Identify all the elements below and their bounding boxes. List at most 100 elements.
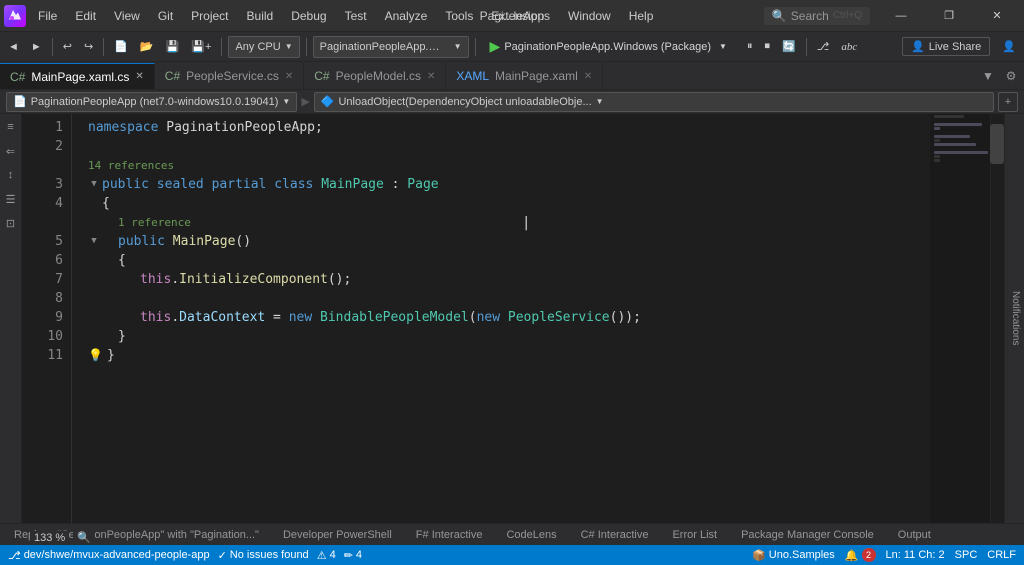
- tab-close-0[interactable]: ✕: [135, 71, 143, 82]
- bottom-tab-devpowershell[interactable]: Developer PowerShell: [275, 524, 400, 546]
- zoom-icon[interactable]: 🔍: [73, 530, 95, 545]
- notification-bell-status[interactable]: 🔔 2: [845, 548, 876, 562]
- solution-explorer-panel-item[interactable]: Solution Explorer: [1004, 274, 1007, 362]
- spaces-status[interactable]: SPC: [955, 549, 978, 561]
- syntax-visualizer-icon[interactable]: ≡: [2, 118, 20, 136]
- file-icon: 📄: [13, 95, 27, 108]
- code-line-hint-2: 1 reference: [88, 213, 930, 232]
- toolbox-icon[interactable]: ↕: [2, 166, 20, 184]
- minimize-button[interactable]: —: [878, 0, 924, 32]
- zoom-level[interactable]: 133 %: [30, 531, 69, 545]
- close-button[interactable]: ✕: [974, 0, 1020, 32]
- project-status[interactable]: 📦 Uno.Samples: [752, 549, 835, 562]
- navigate-back-icon[interactable]: ⇐: [2, 142, 20, 160]
- new-file-button[interactable]: 📄: [110, 36, 132, 58]
- menu-project[interactable]: Project: [183, 7, 236, 25]
- pencil-icon-status[interactable]: ✏ 4: [344, 549, 362, 562]
- minimap-line-1: [934, 115, 964, 118]
- tab-mainpage-xaml-cs[interactable]: C# MainPage.xaml.cs ✕: [0, 63, 155, 89]
- menu-debug[interactable]: Debug: [283, 7, 334, 25]
- git-branch-status[interactable]: ⎇ dev/shwe/mvux-advanced-people-app: [8, 549, 210, 562]
- maximize-button[interactable]: ❐: [926, 0, 972, 32]
- back-button[interactable]: ◄: [4, 36, 23, 58]
- server-explorer-icon[interactable]: ☰: [2, 190, 20, 208]
- line-num-7: 7: [22, 270, 63, 289]
- bottom-tab-codelens-label: CodeLens: [506, 529, 556, 541]
- menu-analyze[interactable]: Analyze: [377, 7, 436, 25]
- menu-file[interactable]: File: [30, 7, 65, 25]
- tab-peopleservice[interactable]: C# PeopleService.cs ✕: [155, 63, 304, 89]
- menu-help[interactable]: Help: [621, 7, 662, 25]
- title-bar: File Edit View Git Project Build Debug T…: [0, 0, 1024, 32]
- run-label: PaginationPeopleApp.Windows (Package): [504, 41, 711, 53]
- title-search-box[interactable]: 🔍 Search Ctrl+Q: [764, 7, 870, 25]
- tabs-overflow-button[interactable]: ▼: [978, 63, 998, 89]
- undo-button[interactable]: ↩: [59, 36, 76, 58]
- editor-settings-button[interactable]: ⚙: [998, 63, 1024, 89]
- tab-close-3[interactable]: ✕: [584, 71, 592, 82]
- project-path-dropdown[interactable]: 📄 PaginationPeopleApp (net7.0-windows10.…: [6, 92, 297, 112]
- search-shortcut: Ctrl+Q: [833, 10, 862, 21]
- menu-build[interactable]: Build: [239, 7, 282, 25]
- collapse-btn-5[interactable]: ▼: [88, 236, 100, 248]
- save-button[interactable]: 💾: [162, 36, 184, 58]
- code-line-5: ▼ public MainPage(): [88, 232, 930, 251]
- tab-close-2[interactable]: ✕: [427, 71, 435, 82]
- run-button[interactable]: ▶ PaginationPeopleApp.Windows (Package) …: [482, 36, 735, 57]
- collapse-btn-3[interactable]: ▼: [88, 179, 100, 191]
- line-num-10: 10: [22, 327, 63, 346]
- menu-window[interactable]: Window: [560, 7, 619, 25]
- project-path-label: PaginationPeopleApp (net7.0-windows10.0.…: [31, 96, 279, 108]
- lightbulb-icon[interactable]: 💡: [88, 346, 103, 365]
- open-file-button[interactable]: 📂: [136, 36, 158, 58]
- scrollbar-thumb[interactable]: [990, 124, 1004, 164]
- tab-peoplemodel[interactable]: C# PeopleModel.cs ✕: [304, 63, 446, 89]
- code-line-hint-1: 14 references: [88, 156, 930, 175]
- menu-git[interactable]: Git: [150, 7, 181, 25]
- bottom-tab-fsharp[interactable]: F# Interactive: [408, 524, 491, 546]
- vertical-scrollbar[interactable]: [990, 114, 1004, 523]
- tab-close-1[interactable]: ✕: [285, 71, 293, 82]
- spaces-label: SPC: [955, 549, 978, 561]
- menu-edit[interactable]: Edit: [67, 7, 104, 25]
- encoding-status[interactable]: CRLF: [987, 549, 1016, 561]
- bottom-tab-errorlist[interactable]: Error List: [664, 524, 725, 546]
- member-dropdown[interactable]: 🔷 UnloadObject(DependencyObject unloadab…: [314, 92, 994, 112]
- errors-status[interactable]: ⚠ 4: [317, 549, 336, 562]
- project-dropdown[interactable]: PaginationPeopleApp.Win... ▼: [313, 36, 469, 58]
- pencil-count: 4: [356, 549, 362, 561]
- line-num-9: 9: [22, 308, 63, 327]
- menu-test[interactable]: Test: [337, 7, 375, 25]
- no-issues-status[interactable]: ✓ No issues found: [218, 549, 309, 562]
- test-explorer-icon[interactable]: ⊡: [2, 214, 20, 232]
- abc-btn[interactable]: abc: [837, 36, 861, 58]
- forward-button[interactable]: ►: [27, 36, 46, 58]
- cpu-dropdown[interactable]: Any CPU ▼: [228, 36, 299, 58]
- toolbar-separator-4: [306, 38, 307, 56]
- tabs-bar: C# MainPage.xaml.cs ✕ C# PeopleService.c…: [0, 62, 1024, 90]
- status-left: ⎇ dev/shwe/mvux-advanced-people-app ✓ No…: [8, 549, 362, 562]
- live-share-button[interactable]: 👤 Live Share: [902, 37, 990, 56]
- bottom-tab-output[interactable]: Output: [890, 524, 939, 546]
- bottom-tab-pkgmanager[interactable]: Package Manager Console: [733, 524, 882, 546]
- bottom-tab-codelens[interactable]: CodeLens: [498, 524, 564, 546]
- stop-btn[interactable]: ⏹: [760, 36, 774, 58]
- line-num-6: 6: [22, 251, 63, 270]
- notifications-panel-item[interactable]: Notifications: [1007, 285, 1024, 351]
- minimap-line-8: [934, 143, 976, 146]
- code-editor[interactable]: namespace PaginationPeopleApp; 14 refere…: [72, 114, 930, 523]
- redo-button[interactable]: ↪: [80, 36, 97, 58]
- menu-view[interactable]: View: [106, 7, 148, 25]
- debug-toolbar-btn[interactable]: ⏸: [743, 36, 757, 58]
- bottom-tab-csinteractive[interactable]: C# Interactive: [573, 524, 657, 546]
- tab-mainpage-xaml[interactable]: XAML MainPage.xaml ✕: [446, 63, 603, 89]
- line-col-status[interactable]: Ln: 11 Ch: 2: [886, 549, 945, 561]
- save-all-button[interactable]: 💾+: [187, 36, 215, 58]
- bottom-tab-devpowershell-label: Developer PowerShell: [283, 529, 392, 541]
- menu-tools[interactable]: Tools: [437, 7, 481, 25]
- restart-btn[interactable]: 🔄: [778, 36, 800, 58]
- user-account-btn[interactable]: 👤: [998, 36, 1020, 58]
- git-btn[interactable]: ⎇: [813, 36, 834, 58]
- add-watch-button[interactable]: +: [998, 92, 1018, 112]
- cpu-dropdown-arrow: ▼: [285, 42, 293, 51]
